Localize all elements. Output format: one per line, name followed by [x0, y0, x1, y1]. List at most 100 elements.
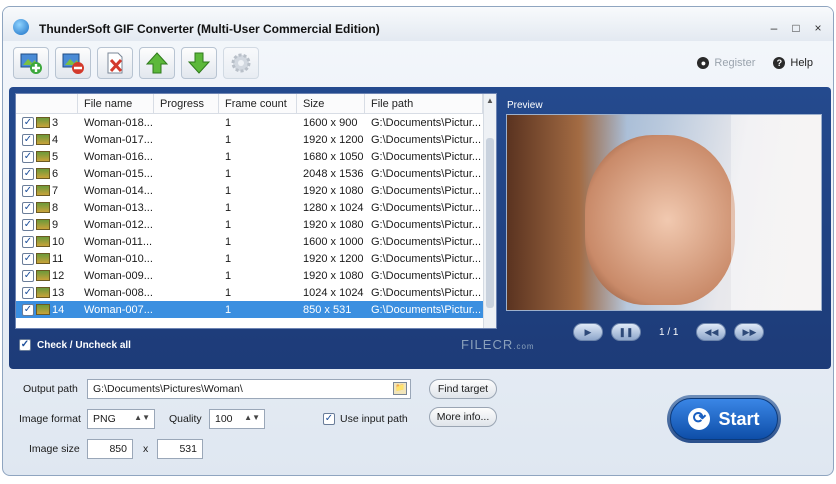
image-height-input[interactable]: 531: [157, 439, 203, 459]
settings-button[interactable]: [223, 47, 259, 79]
more-info-button[interactable]: More info...: [429, 407, 497, 427]
scroll-up-icon[interactable]: ▲: [484, 94, 496, 107]
row-file-path: G:\Documents\Pictur...: [371, 184, 482, 197]
start-button[interactable]: ⟳ Start: [670, 398, 778, 440]
column-header-check[interactable]: [16, 94, 78, 113]
row-checkbox[interactable]: ✓: [22, 303, 34, 316]
register-link[interactable]: ● Register: [697, 57, 755, 69]
browse-folder-icon[interactable]: 📁: [393, 382, 407, 395]
column-header-size[interactable]: Size: [297, 94, 365, 113]
image-file-icon: [36, 202, 50, 213]
check-all-toggle[interactable]: ✓ Check / Uncheck all: [19, 339, 131, 351]
table-row[interactable]: ✓ 5 Woman-016... 1 1680 x 1050 G:\Documents\P…: [16, 148, 496, 165]
row-file-path: G:\Documents\Pictur...: [371, 116, 482, 129]
row-size: 850 x 531: [303, 303, 352, 316]
output-path-value: G:\Documents\Pictures\Woman\: [93, 383, 243, 395]
image-file-icon: [36, 304, 50, 315]
row-frame-count: 1: [225, 303, 232, 316]
row-checkbox[interactable]: ✓: [22, 286, 34, 299]
watermark-text: FILECR: [461, 337, 514, 352]
row-size: 1280 x 1024: [303, 201, 364, 214]
add-image-icon: [20, 53, 42, 74]
find-target-button[interactable]: Find target: [429, 379, 497, 399]
quality-select[interactable]: 100 ▲▼: [209, 409, 265, 429]
row-file-name: Woman-008...: [84, 286, 153, 299]
help-link[interactable]: ? Help: [773, 57, 813, 69]
table-row[interactable]: ✓ 9 Woman-012... 1 1920 x 1080 G:\Documents\P…: [16, 216, 496, 233]
row-checkbox[interactable]: ✓: [22, 235, 34, 248]
add-files-button[interactable]: [13, 47, 49, 79]
row-checkbox[interactable]: ✓: [22, 252, 34, 265]
column-header-file-name[interactable]: File name: [78, 94, 154, 113]
image-file-icon: [36, 151, 50, 162]
use-input-path-checkbox[interactable]: ✓: [323, 413, 335, 425]
quality-value: 100: [215, 413, 233, 425]
table-row[interactable]: ✓ 10 Woman-011... 1 1600 x 1000 G:\Documents\…: [16, 233, 496, 250]
column-header-frame-count[interactable]: Frame count: [219, 94, 297, 113]
minimize-button[interactable]: –: [767, 21, 781, 35]
row-checkbox[interactable]: ✓: [22, 150, 34, 163]
move-up-button[interactable]: [139, 47, 175, 79]
row-size: 2048 x 1536: [303, 167, 364, 180]
row-checkbox[interactable]: ✓: [22, 218, 34, 231]
scrollbar-thumb[interactable]: [486, 138, 494, 308]
row-checkbox[interactable]: ✓: [22, 167, 34, 180]
arrow-up-icon: [145, 52, 169, 74]
preview-label: Preview: [507, 100, 543, 111]
row-file-path: G:\Documents\Pictur...: [371, 167, 482, 180]
clear-list-icon: [107, 52, 123, 74]
row-checkbox[interactable]: ✓: [22, 201, 34, 214]
row-size: 1600 x 1000: [303, 235, 364, 248]
row-checkbox[interactable]: ✓: [22, 269, 34, 282]
close-button[interactable]: ×: [811, 21, 825, 35]
pause-button[interactable]: ❚❚: [611, 323, 641, 341]
row-file-name: Woman-007...: [84, 303, 153, 316]
row-check-cell: ✓ 8: [16, 201, 78, 214]
row-size: 1920 x 1200: [303, 133, 364, 146]
row-index: 12: [52, 269, 65, 282]
row-checkbox[interactable]: ✓: [22, 116, 34, 129]
table-row[interactable]: ✓ 13 Woman-008... 1 1024 x 1024 G:\Documents\…: [16, 284, 496, 301]
row-index: 11: [52, 252, 64, 265]
row-file-path: G:\Documents\Pictur...: [371, 252, 482, 265]
preview-image: [506, 114, 822, 311]
stepper-icon: ▲▼: [134, 413, 150, 422]
remove-file-button[interactable]: [55, 47, 91, 79]
row-checkbox[interactable]: ✓: [22, 184, 34, 197]
check-all-checkbox[interactable]: ✓: [19, 339, 31, 351]
first-frame-button[interactable]: ◀◀: [696, 323, 727, 341]
row-file-name: Woman-012...: [84, 218, 153, 231]
output-path-input[interactable]: G:\Documents\Pictures\Woman\ 📁: [87, 379, 411, 399]
maximize-button[interactable]: □: [789, 21, 803, 35]
table-row[interactable]: ✓ 3 Woman-018... 1 1600 x 900 G:\Documents\Pi…: [16, 114, 496, 131]
table-row[interactable]: ✓ 6 Woman-015... 1 2048 x 1536 G:\Documents\P…: [16, 165, 496, 182]
table-row[interactable]: ✓ 4 Woman-017... 1 1920 x 1200 G:\Documents\P…: [16, 131, 496, 148]
clear-all-button[interactable]: [97, 47, 133, 79]
image-width-input[interactable]: 850: [87, 439, 133, 459]
row-index: 4: [52, 133, 59, 146]
table-row[interactable]: ✓ 7 Woman-014... 1 1920 x 1080 G:\Documents\P…: [16, 182, 496, 199]
table-row[interactable]: ✓ 11 Woman-010... 1 1920 x 1200 G:\Documents\…: [16, 250, 496, 267]
column-header-progress[interactable]: Progress: [154, 94, 219, 113]
app-window: ThunderSoft GIF Converter (Multi-User Co…: [2, 6, 834, 476]
row-index: 9: [52, 218, 59, 231]
file-list-header: File name Progress Frame count Size File…: [16, 94, 496, 114]
last-frame-button[interactable]: ▶▶: [734, 323, 765, 341]
row-size: 1920 x 1080: [303, 218, 364, 231]
image-format-select[interactable]: PNG ▲▼: [87, 409, 155, 429]
row-file-path: G:\Documents\Pictur...: [371, 269, 482, 282]
row-index: 5: [52, 150, 59, 163]
table-row[interactable]: ✓ 12 Woman-009... 1 1920 x 1080 G:\Documents\…: [16, 267, 496, 284]
move-down-button[interactable]: [181, 47, 217, 79]
table-row[interactable]: ✓ 8 Woman-013... 1 1280 x 1024 G:\Documents\P…: [16, 199, 496, 216]
table-row[interactable]: ✓ 14 Woman-007... 1 850 x 531 G:\Documents\Pi…: [16, 301, 496, 318]
row-index: 14: [52, 303, 65, 316]
play-button[interactable]: ▶: [573, 323, 603, 341]
row-file-path: G:\Documents\Pictur...: [371, 133, 482, 146]
row-check-cell: ✓ 3: [16, 116, 78, 129]
use-input-path-toggle[interactable]: ✓ Use input path: [323, 413, 408, 425]
column-header-file-path[interactable]: File path: [365, 94, 483, 113]
row-check-cell: ✓ 10: [16, 235, 78, 248]
vertical-scrollbar[interactable]: ▲: [483, 94, 496, 328]
row-checkbox[interactable]: ✓: [22, 133, 34, 146]
